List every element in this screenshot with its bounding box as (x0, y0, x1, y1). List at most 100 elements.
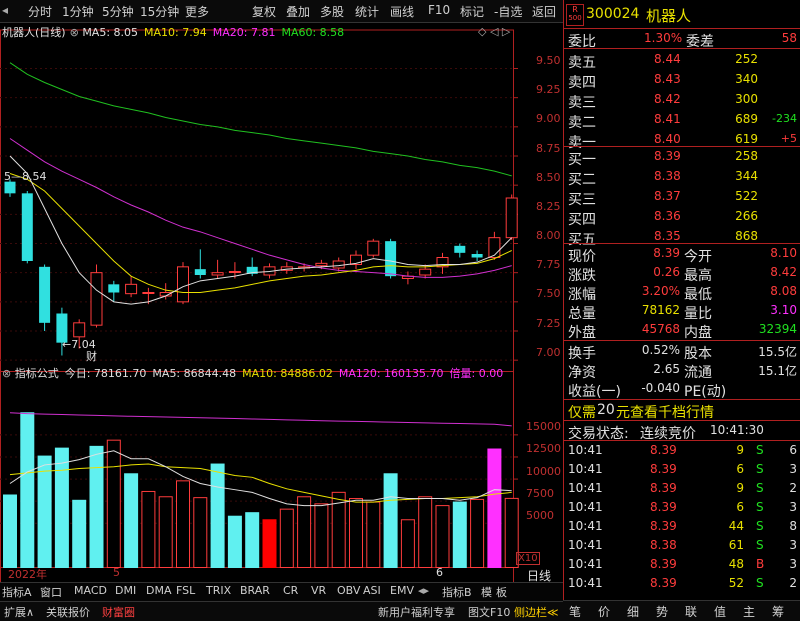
candle[interactable] (350, 250, 362, 270)
back-icon[interactable]: ◂ (2, 3, 8, 17)
settings-icon[interactable]: ⊗ (70, 26, 83, 39)
tab-窗口[interactable]: 窗口 (40, 584, 62, 600)
tab-vr[interactable]: VR (311, 584, 326, 597)
status-left-2[interactable]: 财富圈 (102, 604, 135, 620)
tab-right-1[interactable]: 模 (481, 584, 492, 600)
panel-tab-5[interactable]: 值 (714, 603, 726, 620)
tab-obv[interactable]: OBV (337, 584, 360, 597)
toolbar-0[interactable]: 分时 (28, 3, 52, 20)
candle[interactable] (90, 264, 103, 328)
volume-bar[interactable] (314, 503, 329, 569)
toolbar-right-8[interactable]: 返回 (532, 3, 556, 20)
volume-bar[interactable] (279, 508, 294, 569)
tab-cr[interactable]: CR (283, 584, 298, 597)
stat-value: 45768 (641, 322, 680, 336)
volume-bar[interactable] (158, 496, 173, 568)
toolbar-1[interactable]: 1分钟 (62, 3, 94, 20)
volume-bar[interactable] (435, 505, 450, 568)
tab-scroll-icon[interactable]: ◂▸ (418, 584, 429, 597)
volume-bar[interactable] (37, 455, 52, 569)
volume-bar[interactable] (89, 445, 104, 568)
candle[interactable] (471, 250, 483, 262)
tab-dmi[interactable]: DMI (115, 584, 136, 597)
kline-chart[interactable] (0, 22, 563, 597)
volume-bar[interactable] (227, 515, 242, 568)
candle[interactable] (211, 259, 224, 279)
status-left-0[interactable]: 扩展∧ (4, 604, 34, 620)
ma20-line (9, 138, 512, 278)
volume-unit: X10 (516, 552, 540, 565)
candle[interactable] (505, 194, 518, 241)
candle[interactable] (177, 262, 189, 305)
panel-tab-6[interactable]: 主 (743, 603, 755, 620)
tab-right-2[interactable]: 板 (496, 584, 507, 600)
volume-bar[interactable] (193, 497, 208, 568)
candle[interactable] (385, 238, 397, 279)
volume-bar[interactable] (262, 519, 277, 568)
toolbar-right-4[interactable]: 画线 (390, 3, 414, 20)
toolbar-right-0[interactable]: 复权 (252, 3, 276, 20)
tab-指标a[interactable]: 指标A (2, 584, 32, 600)
volume-bar[interactable] (20, 412, 35, 568)
tab-right-0[interactable]: 指标B (442, 584, 472, 600)
status-left-1[interactable]: 关联报价 (46, 604, 90, 620)
status-right-0[interactable]: 新用户福利专享 (378, 604, 455, 620)
tab-emv[interactable]: EMV (390, 584, 414, 597)
candle[interactable] (401, 271, 414, 285)
volume-bar[interactable] (487, 448, 502, 568)
finance-marker[interactable]: 财 (86, 348, 97, 364)
volume-bar[interactable] (210, 463, 225, 568)
toolbar-right-2[interactable]: 多股 (320, 3, 344, 20)
promo-link[interactable]: 仅需 20 元查看千档行情 (564, 401, 800, 421)
volume-bar[interactable] (141, 490, 156, 568)
volume-bar[interactable] (72, 499, 87, 568)
toolbar-right-5[interactable]: F10 (428, 3, 450, 17)
chart-nav-icon[interactable]: ◇ ◁ ▷ (478, 25, 510, 38)
panel-tab-3[interactable]: 势 (656, 603, 668, 620)
volume-bar[interactable] (124, 473, 139, 568)
status-right-1[interactable]: 图文F10 (468, 604, 510, 620)
candle[interactable] (39, 264, 51, 332)
volume-bar[interactable] (3, 494, 17, 569)
panel-tab-7[interactable]: 筹 (772, 603, 784, 620)
toolbar-right-6[interactable]: 标记 (460, 3, 484, 20)
candle[interactable] (454, 243, 466, 258)
volume-bar[interactable] (400, 519, 415, 568)
candle[interactable] (436, 252, 449, 274)
volume-bar[interactable] (245, 512, 260, 569)
tab-trix[interactable]: TRIX (206, 584, 231, 597)
status-right-2[interactable]: 侧边栏≪ (514, 604, 559, 620)
toolbar-2[interactable]: 5分钟 (102, 3, 134, 20)
volume-bar[interactable] (366, 501, 381, 568)
toolbar-4[interactable]: 更多 (185, 3, 209, 20)
candle[interactable] (367, 238, 380, 258)
volume-bar[interactable] (297, 496, 312, 568)
volume-bar[interactable] (54, 447, 69, 569)
toolbar-right-1[interactable]: 叠加 (286, 3, 310, 20)
candle[interactable] (194, 249, 206, 279)
volume-bar[interactable] (349, 498, 363, 569)
volume-bar[interactable] (452, 501, 467, 568)
volume-bar[interactable] (383, 473, 398, 568)
tab-fsl[interactable]: FSL (176, 584, 195, 597)
tab-dma[interactable]: DMA (146, 584, 172, 597)
panel-tab-0[interactable]: 笔 (569, 603, 581, 620)
volume-tick: 12500 (526, 442, 561, 456)
tab-asi[interactable]: ASI (363, 584, 381, 597)
candle[interactable] (280, 262, 293, 274)
toolbar-3[interactable]: 15分钟 (140, 3, 179, 20)
panel-tab-1[interactable]: 价 (598, 603, 610, 620)
candle[interactable] (21, 191, 33, 264)
toolbar-right-3[interactable]: 统计 (355, 3, 379, 20)
candle[interactable] (125, 276, 138, 298)
tab-brar[interactable]: BRAR (240, 584, 270, 597)
panel-tab-4[interactable]: 联 (685, 603, 697, 620)
volume-bar[interactable] (176, 480, 190, 569)
toolbar-right-7[interactable]: -自选 (494, 3, 522, 20)
tab-macd[interactable]: MACD (74, 584, 107, 597)
volume-bar[interactable] (470, 498, 485, 569)
indicator-settings-icon[interactable]: ⊗ (2, 367, 15, 380)
volume-bar[interactable] (106, 439, 121, 568)
panel-tab-2[interactable]: 细 (627, 603, 639, 620)
volume-bar[interactable] (418, 496, 433, 568)
